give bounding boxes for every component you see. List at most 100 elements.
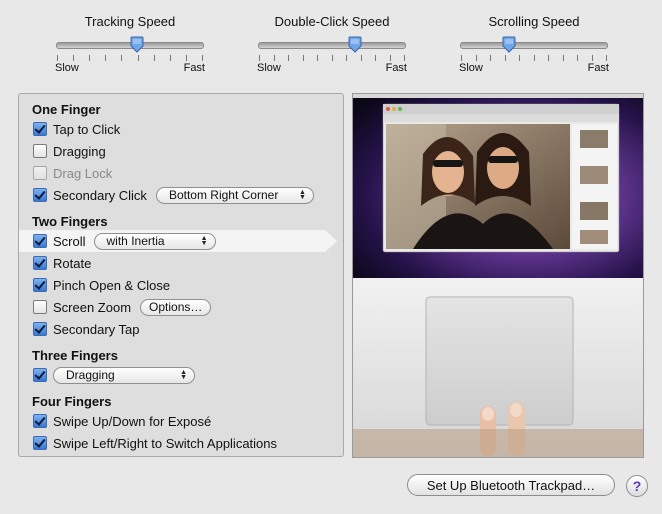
slider-tick — [390, 55, 391, 61]
scroll-row[interactable]: Scroll with Inertia ▲ ▼ — [33, 232, 216, 250]
tap-to-click-label: Tap to Click — [53, 121, 121, 137]
slider-tick — [202, 55, 203, 61]
drag-lock-checkbox — [33, 166, 47, 180]
rotate-checkbox[interactable] — [33, 256, 47, 270]
slider-tick — [259, 55, 260, 61]
scrolling-speed-track[interactable] — [460, 36, 608, 53]
one-finger-heading: One Finger — [32, 102, 101, 117]
scrolling-speed-ticks — [461, 55, 607, 63]
three-finger-drag-row[interactable]: Dragging ▲ ▼ — [33, 366, 195, 384]
secondary-tap-checkbox[interactable] — [33, 322, 47, 336]
secondary-tap-label: Secondary Tap — [53, 321, 140, 337]
dragging-checkbox[interactable] — [33, 144, 47, 158]
popup-arrows-icon: ▲ ▼ — [299, 188, 306, 201]
slider-tick — [73, 55, 74, 61]
tracking-speed-max-label: Fast — [183, 62, 205, 74]
three-finger-drag-popup[interactable]: Dragging ▲ ▼ — [53, 366, 195, 384]
menu-bar — [353, 94, 643, 98]
popup-arrows-icon: ▲ ▼ — [180, 368, 187, 381]
three-fingers-heading: Three Fingers — [32, 348, 118, 363]
scroll-popup-value: with Inertia — [106, 234, 165, 248]
slider-tick — [121, 55, 122, 61]
slider-tick — [375, 55, 376, 61]
pinch-label: Pinch Open & Close — [53, 277, 171, 293]
slider-tick — [519, 55, 520, 61]
scroll-label: Scroll — [53, 233, 86, 249]
secondary-click-popup[interactable]: Bottom Right Corner ▲ ▼ — [155, 186, 314, 204]
double-click-speed-title: Double-Click Speed — [274, 14, 390, 29]
swipe-leftright-checkbox[interactable] — [33, 436, 47, 450]
scrolling-speed-max-label: Fast — [587, 62, 609, 74]
tracking-speed-thumb[interactable] — [130, 36, 144, 53]
slider-tick — [170, 55, 171, 61]
photo-window — [382, 103, 620, 253]
swipe-updown-row[interactable]: Swipe Up/Down for Exposé — [33, 412, 211, 430]
tracking-speed-title: Tracking Speed — [84, 14, 176, 29]
screen-zoom-row[interactable]: Screen Zoom Options… — [33, 298, 212, 316]
slider-tick — [274, 55, 275, 61]
drag-lock-label: Drag Lock — [53, 165, 113, 181]
scrolling-speed-thumb[interactable] — [502, 36, 516, 53]
secondary-tap-row[interactable]: Secondary Tap — [33, 320, 140, 338]
preview-illustration — [353, 94, 643, 457]
screen-zoom-checkbox[interactable] — [33, 300, 47, 314]
tap-to-click-checkbox[interactable] — [33, 122, 47, 136]
slider-tick — [404, 55, 405, 61]
slider-tick — [361, 55, 362, 61]
slider-tick — [57, 55, 58, 61]
scroll-popup[interactable]: with Inertia ▲ ▼ — [93, 232, 216, 250]
slider-tick — [490, 55, 491, 61]
slider-tick — [577, 55, 578, 61]
slider-tick — [154, 55, 155, 61]
slider-tick — [105, 55, 106, 61]
secondary-click-popup-value: Bottom Right Corner — [168, 188, 279, 202]
slider-tick — [548, 55, 549, 61]
pinch-row[interactable]: Pinch Open & Close — [33, 276, 170, 294]
dragging-row[interactable]: Dragging — [33, 142, 106, 160]
screen-zoom-options-button[interactable]: Options… — [140, 298, 212, 316]
secondary-click-checkbox[interactable] — [33, 188, 47, 202]
slider-tick — [563, 55, 564, 61]
tap-to-click-row[interactable]: Tap to Click — [33, 120, 120, 138]
drag-lock-row: Drag Lock — [33, 164, 112, 182]
swipe-updown-checkbox[interactable] — [33, 414, 47, 428]
slider-tick — [332, 55, 333, 61]
tracking-speed-ticks — [57, 55, 203, 63]
gesture-preview-video — [352, 93, 644, 458]
secondary-click-row[interactable]: Secondary Click Bottom Right Corner ▲ ▼ — [33, 186, 314, 204]
slider-tick — [288, 55, 289, 61]
slider-tick — [186, 55, 187, 61]
popup-arrows-icon: ▲ ▼ — [200, 234, 208, 247]
slider-tick — [303, 55, 304, 61]
swipe-leftright-label: Swipe Left/Right to Switch Applications — [53, 435, 278, 451]
slider-tick — [476, 55, 477, 61]
secondary-click-label: Secondary Click — [53, 187, 147, 203]
double-click-speed-track[interactable] — [258, 36, 406, 53]
help-button[interactable]: ? — [626, 475, 648, 497]
screen-zoom-label: Screen Zoom — [53, 299, 132, 315]
scrolling-speed-slider-group: Scrolling Speed Slow Fast — [459, 14, 609, 74]
slider-tick — [461, 55, 462, 61]
slider-tick — [592, 55, 593, 61]
trackpad — [425, 296, 574, 426]
slider-tick — [505, 55, 506, 61]
four-fingers-heading: Four Fingers — [32, 394, 112, 409]
slider-tick — [317, 55, 318, 61]
slider-tick — [89, 55, 90, 61]
rotate-row[interactable]: Rotate — [33, 254, 91, 272]
scrolling-speed-title: Scrolling Speed — [488, 14, 580, 29]
double-click-speed-min-label: Slow — [257, 62, 281, 74]
three-finger-drag-checkbox[interactable] — [33, 368, 47, 382]
set-up-bluetooth-trackpad-button[interactable]: Set Up Bluetooth Trackpad… — [407, 474, 615, 496]
dragging-label: Dragging — [53, 143, 106, 159]
double-click-speed-max-label: Fast — [385, 62, 407, 74]
tracking-speed-track[interactable] — [56, 36, 204, 53]
double-click-speed-thumb[interactable] — [348, 36, 362, 53]
tracking-speed-min-label: Slow — [55, 62, 79, 74]
slider-tick — [534, 55, 535, 61]
pinch-checkbox[interactable] — [33, 278, 47, 292]
swipe-leftright-row[interactable]: Swipe Left/Right to Switch Applications — [33, 434, 277, 452]
rotate-label: Rotate — [53, 255, 92, 271]
scroll-checkbox[interactable] — [33, 234, 47, 248]
swipe-updown-label: Swipe Up/Down for Exposé — [53, 413, 212, 429]
